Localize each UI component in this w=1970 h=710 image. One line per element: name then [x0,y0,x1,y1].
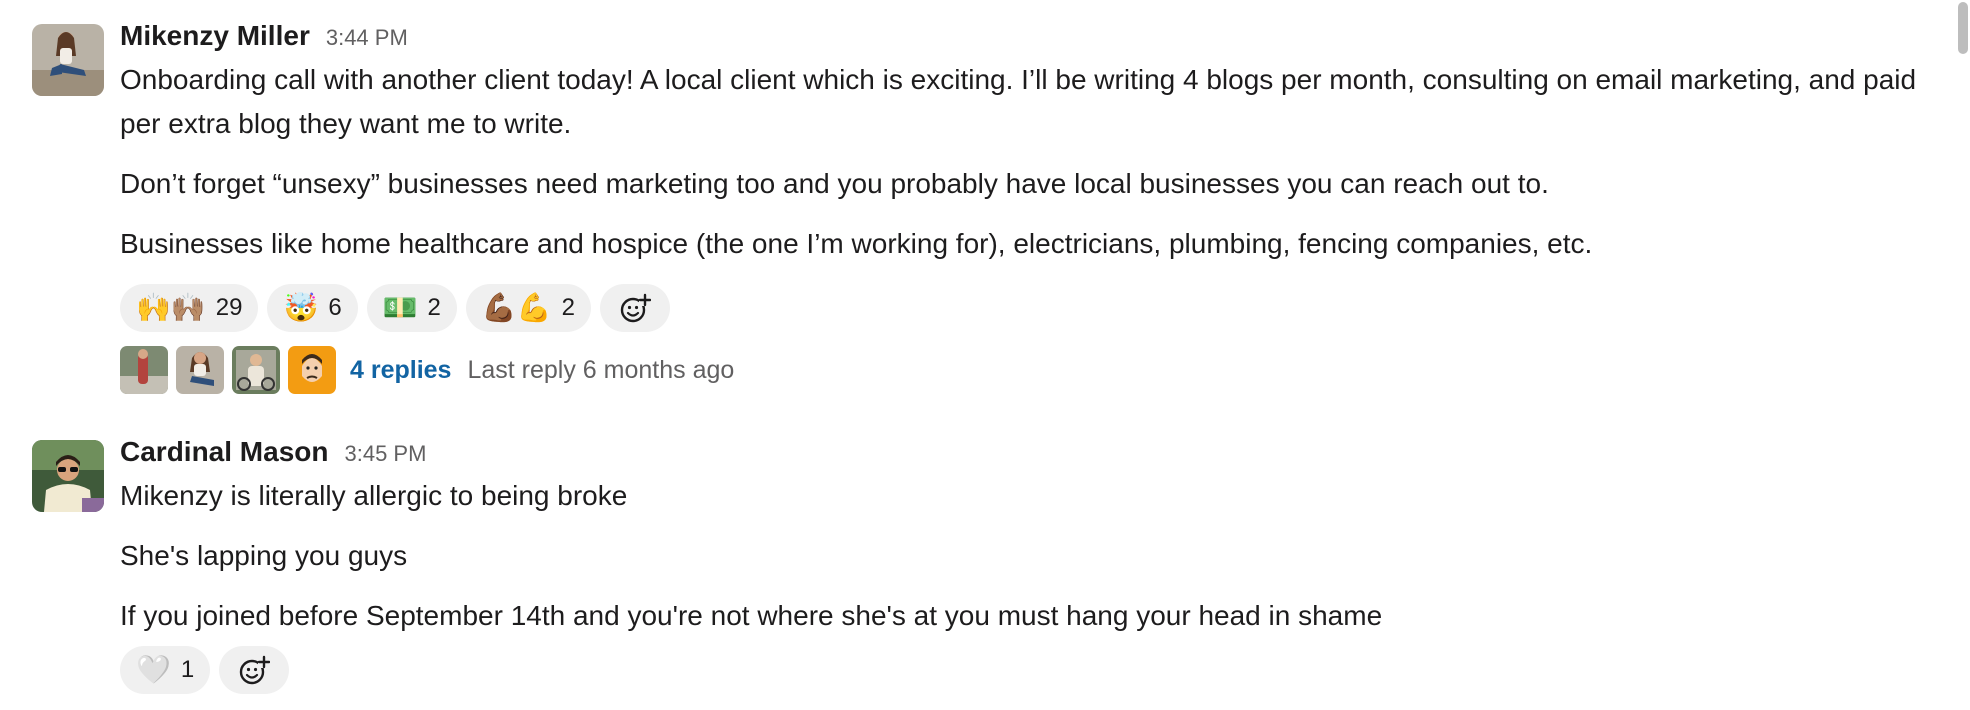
reaction-count: 29 [215,294,243,321]
add-reaction-button[interactable] [219,646,290,694]
mind-blown-icon: 🤯 [283,292,319,323]
message-paragraph: Don’t forget “unsexy” businesses need ma… [120,168,1549,199]
thread-last-reply: Last reply 6 months ago [467,355,735,384]
add-reaction-button[interactable] [600,284,670,332]
white-heart-icon: 🤍 [136,654,171,685]
thread-participant-avatar [232,346,280,394]
reaction-count: 2 [427,294,441,321]
reaction-raised-hands[interactable]: 🙌🙌🏽 29 [120,284,259,332]
message-body: Mikenzy is literally allergic to being b… [120,474,1930,638]
reactions-bar: 🙌🙌🏽 29 🤯 6 💵 2 💪🏾💪 2 [120,284,1930,332]
message-paragraph: Businesses like home healthcare and hosp… [120,228,1593,259]
thread-replies-link[interactable]: 4 replies [350,356,451,385]
scrollbar[interactable] [1956,0,1970,710]
reaction-mind-blown[interactable]: 🤯 6 [267,284,358,332]
thread-participant-avatar [176,346,224,394]
thread-participant-avatar [120,346,168,394]
reaction-count: 6 [328,294,342,321]
author-name[interactable]: Mikenzy Miller [120,20,310,52]
add-reaction-icon [240,655,271,685]
reaction-flexed-biceps[interactable]: 💪🏾💪 2 [465,284,591,332]
add-reaction-icon [620,293,651,323]
message-paragraph: If you joined before September 14th and … [120,600,1383,631]
scrollbar-thumb[interactable] [1958,2,1968,54]
message-paragraph: She's lapping you guys [120,540,408,571]
thread-participant-avatar [288,346,336,394]
message-paragraph: Onboarding call with another client toda… [120,64,1917,139]
avatar[interactable] [32,440,104,512]
message-body: Onboarding call with another client toda… [120,58,1930,266]
reaction-count: 2 [561,294,575,321]
reactions-bar: 🤍 1 [120,646,1930,694]
reaction-money[interactable]: 💵 2 [366,284,457,332]
reaction-white-heart[interactable]: 🤍 1 [120,646,211,694]
reaction-count: 1 [180,656,195,683]
message-paragraph: Mikenzy is literally allergic to being b… [120,480,628,511]
author-name[interactable]: Cardinal Mason [120,436,328,468]
thread-summary[interactable]: 4 replies Last reply 6 months ago [120,346,1930,394]
timestamp[interactable]: 3:45 PM [344,441,426,467]
message-feed: Mikenzy Miller 3:44 PM Onboarding call w… [0,0,1970,710]
flexed-biceps-icon: 💪🏾💪 [481,292,552,323]
money-icon: 💵 [382,292,418,323]
raised-hands-icon: 🙌🙌🏽 [136,292,206,323]
timestamp[interactable]: 3:44 PM [326,25,408,51]
avatar[interactable] [32,24,104,96]
